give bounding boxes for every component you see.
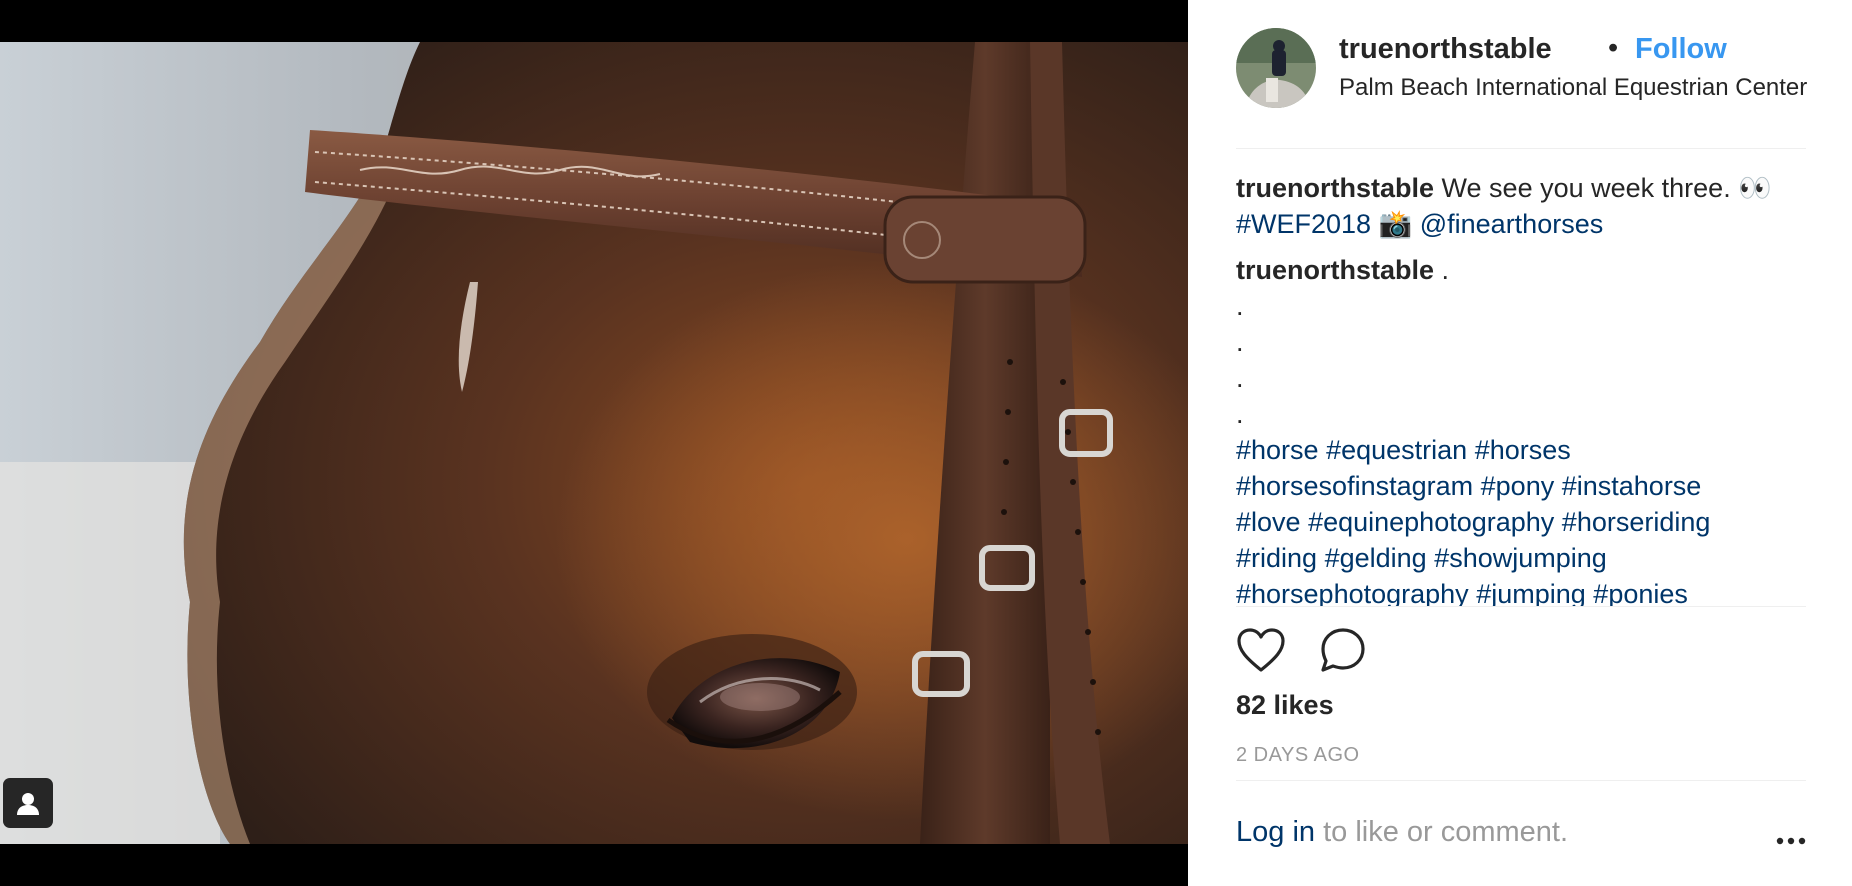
comments-section[interactable]: truenorthstable We see you week three. 👀… [1236,170,1806,606]
comment-username[interactable]: truenorthstable [1236,255,1434,285]
hashtag-link[interactable]: #horsesofinstagram [1236,471,1473,501]
like-button[interactable] [1236,626,1286,676]
hashtag-link[interactable]: #horse [1236,435,1319,465]
more-options-button[interactable] [1776,822,1806,855]
comments-divider [1236,606,1806,607]
hashtag-link[interactable]: #pony [1481,471,1555,501]
avatar-image [1236,28,1316,108]
comment-button[interactable] [1318,626,1368,676]
post-timestamp[interactable]: 2 DAYS AGO [1236,744,1360,767]
horse-eye-photo [0,42,1188,844]
comment-text: . [1441,255,1450,285]
more-options-icon [1776,837,1806,845]
comment-username[interactable]: truenorthstable [1236,173,1434,203]
likes-count[interactable]: 82 likes [1236,690,1334,721]
hashtag-link[interactable]: #gelding [1325,543,1427,573]
hashtag-link[interactable]: #riding [1236,543,1317,573]
hashtag-link[interactable]: #instahorse [1562,471,1702,501]
comment-dot-line: . [1236,399,1244,429]
post-media [0,0,1188,886]
comment-bubble-icon [1321,628,1365,672]
comment-dot-line: . [1236,363,1244,393]
comment-dot-line: . [1236,291,1244,321]
action-bar [1236,626,1806,676]
comment-text: We see you week three. 👀 [1441,173,1772,203]
post-photo[interactable] [0,42,1188,844]
login-link[interactable]: Log in [1236,816,1315,848]
post-username[interactable]: truenorthstable [1339,33,1552,66]
header-separator: • [1608,32,1619,64]
tagged-users-button[interactable] [3,778,53,828]
hashtag-link[interactable]: #horses [1475,435,1571,465]
caption-comment: truenorthstable We see you week three. 👀… [1236,170,1806,242]
footer-divider [1236,780,1806,781]
hashtag-link[interactable]: #equinephotography [1308,507,1554,537]
mention-link[interactable]: @finearthorses [1420,209,1604,239]
hashtag-link[interactable]: #horsephotography [1236,579,1469,606]
header-divider [1236,148,1806,149]
follow-button[interactable]: Follow [1635,33,1727,66]
hashtag-link[interactable]: #WEF2018 [1236,209,1371,239]
hashtag-comment: truenorthstable . . . . . #horse #equest… [1236,252,1806,606]
camera-emoji: 📸 [1378,209,1413,239]
hashtag-link[interactable]: #equestrian [1326,435,1467,465]
login-prompt: Log in to like or comment. [1236,816,1806,856]
user-tag-icon [17,793,39,815]
hashtag-link[interactable]: #jumping [1476,579,1586,606]
hashtag-link[interactable]: #showjumping [1434,543,1607,573]
avatar[interactable] [1236,28,1316,108]
post-header: truenorthstable • Follow Palm Beach Inte… [1236,28,1809,108]
hashtag-link[interactable]: #ponies [1593,579,1688,606]
hashtag-list: #horse #equestrian #horses #horsesofinst… [1236,432,1806,606]
post-location[interactable]: Palm Beach International Equestrian Cent… [1339,74,1809,102]
hashtag-link[interactable]: #love [1236,507,1301,537]
post-sidebar: truenorthstable • Follow Palm Beach Inte… [1188,0,1852,886]
heart-icon [1237,628,1285,672]
login-prompt-text: to like or comment. [1315,816,1569,848]
comment-dot-line: . [1236,327,1244,357]
hashtag-link[interactable]: #horseriding [1562,507,1711,537]
